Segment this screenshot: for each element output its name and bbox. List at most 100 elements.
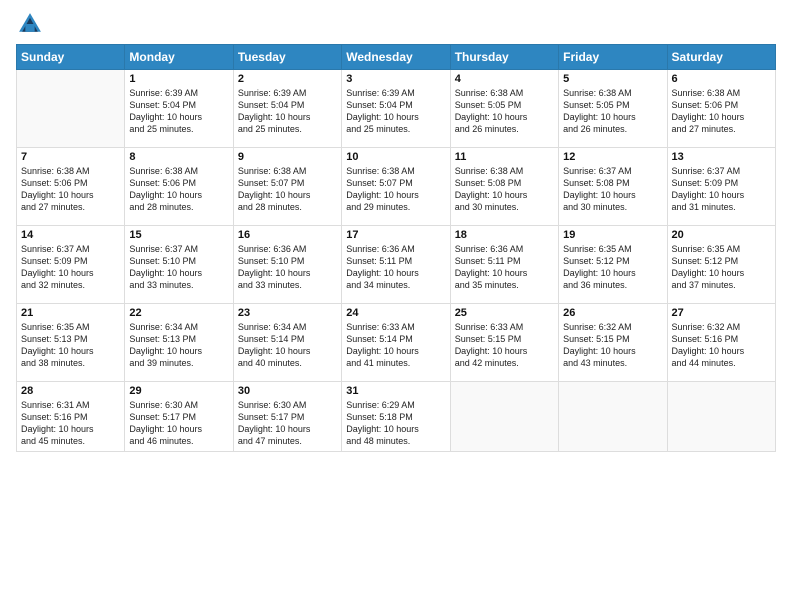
- calendar-cell: 2Sunrise: 6:39 AM Sunset: 5:04 PM Daylig…: [233, 70, 341, 148]
- weekday-header-saturday: Saturday: [667, 45, 775, 70]
- calendar-cell: 17 Sunrise: 6:36 AM Sunset: 5:11 PM Dayli…: [342, 226, 450, 304]
- day-number: 9: [238, 151, 337, 163]
- calendar-cell: 8 Sunrise: 6:38 AM Sunset: 5:06 PM Daylig…: [125, 148, 233, 226]
- day-number: 11: [455, 151, 554, 163]
- calendar-cell: 28 Sunrise: 6:31 AM Sunset: 5:16 PM Dayli…: [17, 382, 125, 452]
- calendar-table: SundayMondayTuesdayWednesdayThursdayFrid…: [16, 44, 776, 452]
- calendar-cell: 4Sunrise: 6:38 AM Sunset: 5:05 PM Daylig…: [450, 70, 558, 148]
- calendar-row-4: 21 Sunrise: 6:35 AM Sunset: 5:13 PM Dayli…: [17, 304, 776, 382]
- day-number: 22: [129, 307, 228, 319]
- cell-info: Sunrise: 6:38 AM Sunset: 5:08 PM Dayligh…: [455, 165, 554, 214]
- weekday-header-monday: Monday: [125, 45, 233, 70]
- calendar-cell: [450, 382, 558, 452]
- calendar-cell: 29Sunrise: 6:30 AM Sunset: 5:17 PM Dayli…: [125, 382, 233, 452]
- calendar-cell: 18 Sunrise: 6:36 AM Sunset: 5:11 PM Dayli…: [450, 226, 558, 304]
- header: [16, 10, 776, 38]
- day-number: 31: [346, 385, 445, 397]
- calendar-cell: 27 Sunrise: 6:32 AM Sunset: 5:16 PM Dayli…: [667, 304, 775, 382]
- cell-info: Sunrise: 6:38 AM Sunset: 5:05 PM Dayligh…: [563, 87, 662, 136]
- calendar-cell: 25Sunrise: 6:33 AM Sunset: 5:15 PM Dayli…: [450, 304, 558, 382]
- day-number: 24: [346, 307, 445, 319]
- calendar-row-1: 1Sunrise: 6:39 AM Sunset: 5:04 PM Daylig…: [17, 70, 776, 148]
- cell-info: Sunrise: 6:31 AM Sunset: 5:16 PM Dayligh…: [21, 399, 120, 448]
- page: SundayMondayTuesdayWednesdayThursdayFrid…: [0, 0, 792, 612]
- calendar-row-3: 14 Sunrise: 6:37 AM Sunset: 5:09 PM Dayli…: [17, 226, 776, 304]
- day-number: 23: [238, 307, 337, 319]
- calendar-cell: 30 Sunrise: 6:30 AM Sunset: 5:17 PM Dayli…: [233, 382, 341, 452]
- calendar-cell: 16 Sunrise: 6:36 AM Sunset: 5:10 PM Dayli…: [233, 226, 341, 304]
- calendar-cell: 24 Sunrise: 6:33 AM Sunset: 5:14 PM Dayli…: [342, 304, 450, 382]
- cell-info: Sunrise: 6:37 AM Sunset: 5:09 PM Dayligh…: [672, 165, 771, 214]
- calendar-cell: 20 Sunrise: 6:35 AM Sunset: 5:12 PM Dayli…: [667, 226, 775, 304]
- calendar-cell: [667, 382, 775, 452]
- day-number: 30: [238, 385, 337, 397]
- calendar-cell: 9 Sunrise: 6:38 AM Sunset: 5:07 PM Daylig…: [233, 148, 341, 226]
- day-number: 14: [21, 229, 120, 241]
- calendar-cell: 10Sunrise: 6:38 AM Sunset: 5:07 PM Dayli…: [342, 148, 450, 226]
- weekday-header-row: SundayMondayTuesdayWednesdayThursdayFrid…: [17, 45, 776, 70]
- cell-info: Sunrise: 6:34 AM Sunset: 5:13 PM Dayligh…: [129, 321, 228, 370]
- cell-info: Sunrise: 6:34 AM Sunset: 5:14 PM Dayligh…: [238, 321, 337, 370]
- cell-info: Sunrise: 6:38 AM Sunset: 5:06 PM Dayligh…: [129, 165, 228, 214]
- cell-info: Sunrise: 6:38 AM Sunset: 5:06 PM Dayligh…: [21, 165, 120, 214]
- day-number: 5: [563, 73, 662, 85]
- cell-info: Sunrise: 6:37 AM Sunset: 5:09 PM Dayligh…: [21, 243, 120, 292]
- cell-info: Sunrise: 6:35 AM Sunset: 5:13 PM Dayligh…: [21, 321, 120, 370]
- cell-info: Sunrise: 6:30 AM Sunset: 5:17 PM Dayligh…: [238, 399, 337, 448]
- calendar-cell: [559, 382, 667, 452]
- cell-info: Sunrise: 6:36 AM Sunset: 5:11 PM Dayligh…: [455, 243, 554, 292]
- calendar-cell: 11 Sunrise: 6:38 AM Sunset: 5:08 PM Dayli…: [450, 148, 558, 226]
- calendar-cell: [17, 70, 125, 148]
- day-number: 21: [21, 307, 120, 319]
- cell-info: Sunrise: 6:35 AM Sunset: 5:12 PM Dayligh…: [672, 243, 771, 292]
- cell-info: Sunrise: 6:29 AM Sunset: 5:18 PM Dayligh…: [346, 399, 445, 448]
- cell-info: Sunrise: 6:37 AM Sunset: 5:08 PM Dayligh…: [563, 165, 662, 214]
- cell-info: Sunrise: 6:35 AM Sunset: 5:12 PM Dayligh…: [563, 243, 662, 292]
- calendar-row-2: 7 Sunrise: 6:38 AM Sunset: 5:06 PM Daylig…: [17, 148, 776, 226]
- calendar-cell: 31 Sunrise: 6:29 AM Sunset: 5:18 PM Dayli…: [342, 382, 450, 452]
- cell-info: Sunrise: 6:39 AM Sunset: 5:04 PM Dayligh…: [238, 87, 337, 136]
- weekday-header-wednesday: Wednesday: [342, 45, 450, 70]
- calendar-cell: 22 Sunrise: 6:34 AM Sunset: 5:13 PM Dayli…: [125, 304, 233, 382]
- calendar-cell: 13 Sunrise: 6:37 AM Sunset: 5:09 PM Dayli…: [667, 148, 775, 226]
- day-number: 13: [672, 151, 771, 163]
- day-number: 8: [129, 151, 228, 163]
- day-number: 20: [672, 229, 771, 241]
- calendar-cell: 23 Sunrise: 6:34 AM Sunset: 5:14 PM Dayli…: [233, 304, 341, 382]
- cell-info: Sunrise: 6:38 AM Sunset: 5:07 PM Dayligh…: [238, 165, 337, 214]
- logo-icon: [16, 10, 44, 38]
- day-number: 28: [21, 385, 120, 397]
- cell-info: Sunrise: 6:38 AM Sunset: 5:06 PM Dayligh…: [672, 87, 771, 136]
- cell-info: Sunrise: 6:38 AM Sunset: 5:07 PM Dayligh…: [346, 165, 445, 214]
- calendar-row-5: 28 Sunrise: 6:31 AM Sunset: 5:16 PM Dayli…: [17, 382, 776, 452]
- day-number: 27: [672, 307, 771, 319]
- cell-info: Sunrise: 6:32 AM Sunset: 5:16 PM Dayligh…: [672, 321, 771, 370]
- day-number: 29: [129, 385, 228, 397]
- cell-info: Sunrise: 6:33 AM Sunset: 5:15 PM Dayligh…: [455, 321, 554, 370]
- day-number: 12: [563, 151, 662, 163]
- cell-info: Sunrise: 6:37 AM Sunset: 5:10 PM Dayligh…: [129, 243, 228, 292]
- cell-info: Sunrise: 6:39 AM Sunset: 5:04 PM Dayligh…: [346, 87, 445, 136]
- calendar-cell: 21 Sunrise: 6:35 AM Sunset: 5:13 PM Dayli…: [17, 304, 125, 382]
- calendar-cell: 3Sunrise: 6:39 AM Sunset: 5:04 PM Daylig…: [342, 70, 450, 148]
- cell-info: Sunrise: 6:32 AM Sunset: 5:15 PM Dayligh…: [563, 321, 662, 370]
- weekday-header-friday: Friday: [559, 45, 667, 70]
- day-number: 18: [455, 229, 554, 241]
- weekday-header-sunday: Sunday: [17, 45, 125, 70]
- cell-info: Sunrise: 6:36 AM Sunset: 5:10 PM Dayligh…: [238, 243, 337, 292]
- cell-info: Sunrise: 6:33 AM Sunset: 5:14 PM Dayligh…: [346, 321, 445, 370]
- day-number: 19: [563, 229, 662, 241]
- calendar-cell: 14 Sunrise: 6:37 AM Sunset: 5:09 PM Dayli…: [17, 226, 125, 304]
- weekday-header-thursday: Thursday: [450, 45, 558, 70]
- cell-info: Sunrise: 6:36 AM Sunset: 5:11 PM Dayligh…: [346, 243, 445, 292]
- day-number: 17: [346, 229, 445, 241]
- calendar-cell: 26Sunrise: 6:32 AM Sunset: 5:15 PM Dayli…: [559, 304, 667, 382]
- logo: [16, 10, 48, 38]
- calendar-cell: 15 Sunrise: 6:37 AM Sunset: 5:10 PM Dayli…: [125, 226, 233, 304]
- day-number: 15: [129, 229, 228, 241]
- day-number: 7: [21, 151, 120, 163]
- day-number: 16: [238, 229, 337, 241]
- calendar-cell: 1Sunrise: 6:39 AM Sunset: 5:04 PM Daylig…: [125, 70, 233, 148]
- calendar-cell: 5 Sunrise: 6:38 AM Sunset: 5:05 PM Daylig…: [559, 70, 667, 148]
- weekday-header-tuesday: Tuesday: [233, 45, 341, 70]
